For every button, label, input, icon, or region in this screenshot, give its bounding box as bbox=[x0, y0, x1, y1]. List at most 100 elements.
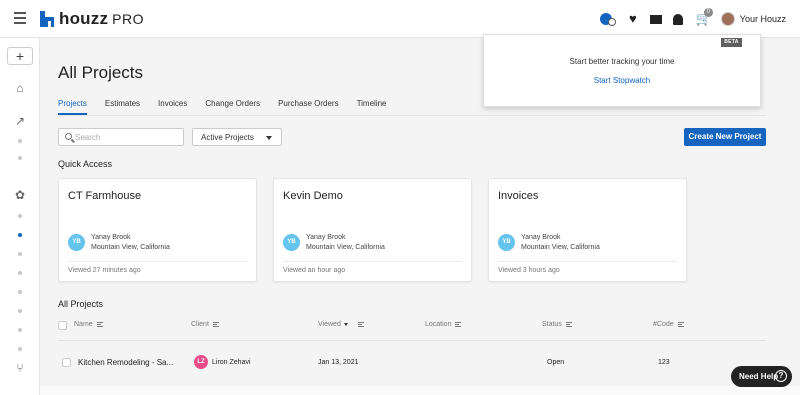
avatar: YB bbox=[498, 234, 515, 251]
tab-invoices[interactable]: Invoices bbox=[158, 97, 187, 115]
trending-icon[interactable]: ↗ bbox=[14, 115, 26, 127]
card-owner: Yanay Brook bbox=[306, 234, 346, 241]
start-stopwatch-link[interactable]: Start Stopwatch bbox=[484, 76, 760, 85]
heart-icon[interactable]: ♥ bbox=[627, 12, 639, 25]
rail-dot[interactable] bbox=[18, 156, 22, 160]
quick-access-card[interactable]: Invoices YB Yanay Brook Mountain View, C… bbox=[488, 178, 687, 282]
column-header-name[interactable]: Name bbox=[74, 321, 103, 328]
sort-icon bbox=[565, 321, 572, 327]
client-name: Liron Zehavi bbox=[212, 359, 251, 366]
houzz-logo-icon bbox=[40, 11, 54, 27]
card-title: Invoices bbox=[498, 190, 539, 202]
project-name[interactable]: Kitchen Remodeling - Sa... bbox=[78, 358, 173, 367]
page-bottom bbox=[40, 386, 800, 395]
logo-text: houzz bbox=[59, 9, 109, 28]
card-title: CT Farmhouse bbox=[68, 190, 142, 202]
card-divider bbox=[498, 261, 677, 262]
rail-dot[interactable] bbox=[18, 328, 22, 332]
project-code: 123 bbox=[658, 359, 670, 366]
table-row[interactable]: Kitchen Remodeling - Sa... LZ Liron Zeha… bbox=[58, 352, 766, 374]
header-actions: ♥ 🛒 0 Your Houzz bbox=[589, 8, 786, 29]
table-divider bbox=[58, 340, 766, 341]
rail-dot[interactable] bbox=[18, 309, 22, 313]
quick-access-card[interactable]: Kevin Demo YB Yanay Brook Mountain View,… bbox=[273, 178, 472, 282]
card-viewed: Viewed 3 hours ago bbox=[498, 267, 560, 274]
tab-estimates[interactable]: Estimates bbox=[105, 97, 140, 115]
quick-access-label: Quick Access bbox=[58, 159, 113, 169]
menu-icon[interactable] bbox=[14, 12, 26, 24]
card-location: Mountain View, California bbox=[521, 244, 600, 251]
beta-badge: BETA bbox=[721, 38, 742, 47]
add-button[interactable]: + bbox=[7, 47, 33, 65]
projects-icon[interactable]: ✿ bbox=[14, 189, 26, 201]
question-icon: ? bbox=[775, 370, 787, 382]
cart-count-badge: 0 bbox=[703, 8, 713, 17]
card-location: Mountain View, California bbox=[91, 244, 170, 251]
left-rail: + ⌂ ↗ ✿ ⑂ bbox=[0, 38, 40, 395]
project-filter-select[interactable]: Active Projects bbox=[192, 128, 282, 146]
search-input[interactable] bbox=[75, 131, 179, 143]
column-label: #Code bbox=[653, 321, 674, 328]
column-header-client[interactable]: Client bbox=[191, 321, 219, 328]
sort-desc-icon bbox=[343, 322, 348, 326]
avatar: YB bbox=[283, 234, 300, 251]
rail-dot[interactable] bbox=[18, 139, 22, 143]
card-owner: Yanay Brook bbox=[91, 234, 131, 241]
column-header-location[interactable]: Location bbox=[425, 321, 462, 328]
tab-change-orders[interactable]: Change Orders bbox=[205, 97, 260, 115]
column-header-code[interactable]: #Code bbox=[653, 321, 684, 328]
logo-pro-text: PRO bbox=[112, 11, 144, 27]
top-bar: houzz PRO ♥ 🛒 0 Your Houzz bbox=[0, 0, 800, 38]
user-avatar[interactable] bbox=[720, 12, 735, 26]
search-icon bbox=[65, 133, 72, 140]
houzz-pro-logo[interactable]: houzz PRO bbox=[40, 9, 144, 28]
select-all-checkbox[interactable] bbox=[58, 321, 67, 330]
filter-value: Active Projects bbox=[201, 133, 254, 142]
column-label: Name bbox=[74, 321, 93, 328]
bell-icon[interactable] bbox=[672, 13, 685, 25]
sort-icon bbox=[212, 321, 219, 327]
viewed-date: Jan 13, 2021 bbox=[318, 359, 359, 366]
card-owner: Yanay Brook bbox=[521, 234, 561, 241]
need-help-button[interactable]: Need Help ? bbox=[731, 366, 792, 387]
sort-icon bbox=[677, 321, 684, 327]
column-label: Viewed bbox=[318, 321, 341, 328]
tab-projects[interactable]: Projects bbox=[58, 97, 87, 115]
table-header: Name Client Viewed Location Status #Code bbox=[58, 321, 766, 333]
column-header-viewed[interactable]: Viewed bbox=[318, 321, 364, 328]
all-projects-label: All Projects bbox=[58, 299, 104, 309]
stopwatch-icon[interactable] bbox=[599, 12, 616, 26]
status-text: Open bbox=[547, 359, 565, 366]
quick-access-card[interactable]: CT Farmhouse YB Yanay Brook Mountain Vie… bbox=[58, 178, 257, 282]
card-title: Kevin Demo bbox=[283, 190, 343, 202]
popover-text: Start better tracking your time bbox=[569, 57, 675, 66]
chevron-down-icon bbox=[266, 136, 272, 140]
home-icon[interactable]: ⌂ bbox=[14, 82, 26, 94]
rail-dot[interactable] bbox=[18, 214, 22, 218]
column-header-status[interactable]: Status bbox=[542, 321, 572, 328]
need-help-label: Need Help bbox=[739, 372, 779, 381]
rail-dot[interactable] bbox=[18, 252, 22, 256]
tab-timeline[interactable]: Timeline bbox=[357, 97, 387, 115]
column-label: Location bbox=[425, 321, 452, 328]
chair-icon[interactable]: ⑂ bbox=[14, 362, 26, 374]
card-divider bbox=[283, 261, 462, 262]
rail-dot[interactable] bbox=[18, 347, 22, 351]
card-divider bbox=[68, 261, 247, 262]
rail-dot-active[interactable] bbox=[18, 233, 22, 237]
search-box[interactable] bbox=[58, 128, 184, 146]
mail-icon[interactable] bbox=[649, 13, 662, 25]
card-viewed: Viewed an hour ago bbox=[283, 267, 346, 274]
card-location: Mountain View, California bbox=[306, 244, 385, 251]
tabs-divider bbox=[58, 115, 766, 116]
row-checkbox[interactable] bbox=[62, 358, 71, 367]
create-new-project-button[interactable]: Create New Project bbox=[684, 128, 766, 146]
page-title: All Projects bbox=[58, 63, 144, 82]
rail-dot[interactable] bbox=[18, 271, 22, 275]
cart-icon[interactable]: 🛒 0 bbox=[696, 8, 713, 25]
rail-dot[interactable] bbox=[18, 290, 22, 294]
avatar: LZ bbox=[194, 355, 208, 369]
tab-purchase-orders[interactable]: Purchase Orders bbox=[278, 97, 338, 115]
user-name[interactable]: Your Houzz bbox=[740, 14, 786, 24]
sort-icon bbox=[96, 321, 103, 327]
